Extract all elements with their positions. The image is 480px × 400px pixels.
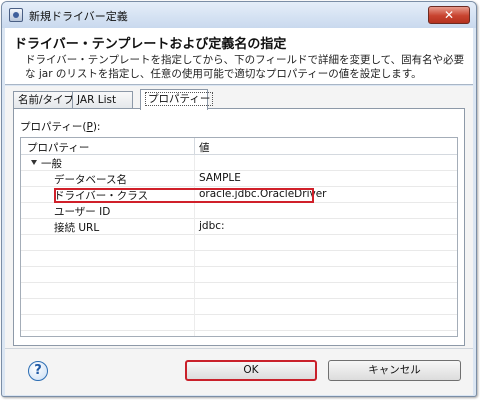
column-divider[interactable]: [194, 138, 195, 155]
cell-divider: [194, 299, 195, 315]
properties-label-prefix: プロパティー(: [20, 121, 87, 133]
header-title: ドライバー・テンプレートおよび定義名の指定: [14, 37, 287, 52]
cell-divider: [194, 251, 195, 267]
table-row[interactable]: 接続 URL jdbc:: [21, 219, 457, 235]
cell-divider: [194, 235, 195, 251]
dialog-window: 新規ドライバー定義 ✕ ドライバー・テンプレートおよび定義名の指定 ドライバー・…: [1, 1, 477, 397]
table-row[interactable]: データベース名 SAMPLE: [21, 171, 457, 187]
empty-row: [21, 315, 457, 331]
cell-divider: [194, 331, 195, 336]
properties-panel: プロパティー(P): プロパティー 値 一般 データベース名 SAMPLE ドラ…: [13, 108, 465, 346]
dialog-content: 名前/タイプ JAR List プロパティー プロパティー(P): プロパティー…: [5, 86, 473, 348]
cancel-button[interactable]: キャンセル: [328, 360, 461, 381]
tab-properties-label: プロパティー: [145, 92, 214, 106]
properties-label: プロパティー(P):: [20, 119, 100, 134]
column-header-value[interactable]: 値: [199, 140, 210, 155]
title-bar: 新規ドライバー定義 ✕: [2, 2, 476, 28]
empty-row: [21, 267, 457, 283]
window-title: 新規ドライバー定義: [29, 10, 128, 23]
tab-name-type[interactable]: 名前/タイプ: [13, 91, 75, 109]
property-name: ドライバー・クラス: [54, 190, 149, 202]
group-label: 一般: [41, 158, 62, 170]
empty-row: [21, 299, 457, 315]
tab-properties[interactable]: プロパティー: [140, 89, 214, 110]
cell-divider: [194, 155, 195, 171]
help-icon[interactable]: ?: [28, 361, 48, 381]
empty-row: [21, 235, 457, 251]
cell-divider: [194, 267, 195, 283]
close-button[interactable]: ✕: [428, 6, 470, 24]
dialog-footer: ? OK キャンセル: [5, 348, 473, 395]
table-row[interactable]: ユーザー ID: [21, 203, 457, 219]
property-name: データベース名: [54, 174, 127, 186]
tree-group-row[interactable]: 一般: [21, 155, 457, 171]
dialog-header: ドライバー・テンプレートおよび定義名の指定 ドライバー・テンプレートを指定してか…: [5, 28, 473, 85]
empty-row: [21, 331, 457, 336]
properties-label-suffix: ):: [92, 121, 101, 133]
app-icon: [9, 8, 23, 22]
tab-jar-list-label: JAR List: [77, 94, 117, 106]
cell-divider: [194, 187, 195, 203]
ok-button[interactable]: OK: [185, 360, 317, 381]
tab-name-type-label: 名前/タイプ: [18, 94, 75, 106]
tab-jar-list[interactable]: JAR List: [72, 91, 133, 109]
property-value[interactable]: oracle.jdbc.OracleDriver: [199, 188, 327, 200]
property-value[interactable]: SAMPLE: [199, 172, 241, 184]
cell-divider: [194, 219, 195, 235]
property-name: ユーザー ID: [54, 206, 111, 218]
table-header: プロパティー 値: [21, 138, 457, 155]
column-header-property[interactable]: プロパティー: [27, 140, 89, 155]
cell-divider: [194, 171, 195, 187]
cell-divider: [194, 203, 195, 219]
table-row[interactable]: ドライバー・クラス oracle.jdbc.OracleDriver: [21, 187, 457, 203]
header-description: ドライバー・テンプレートを指定してから、下のフィールドで詳細を変更して、固有名や…: [25, 54, 465, 80]
property-value[interactable]: jdbc:: [199, 220, 225, 232]
cell-divider: [194, 283, 195, 299]
property-name: 接続 URL: [54, 222, 100, 234]
empty-row: [21, 283, 457, 299]
empty-row: [21, 251, 457, 267]
cell-divider: [194, 315, 195, 331]
expand-arrow-icon[interactable]: [31, 160, 37, 165]
properties-table[interactable]: プロパティー 値 一般 データベース名 SAMPLE ドライバー・クラス ora…: [20, 137, 458, 337]
